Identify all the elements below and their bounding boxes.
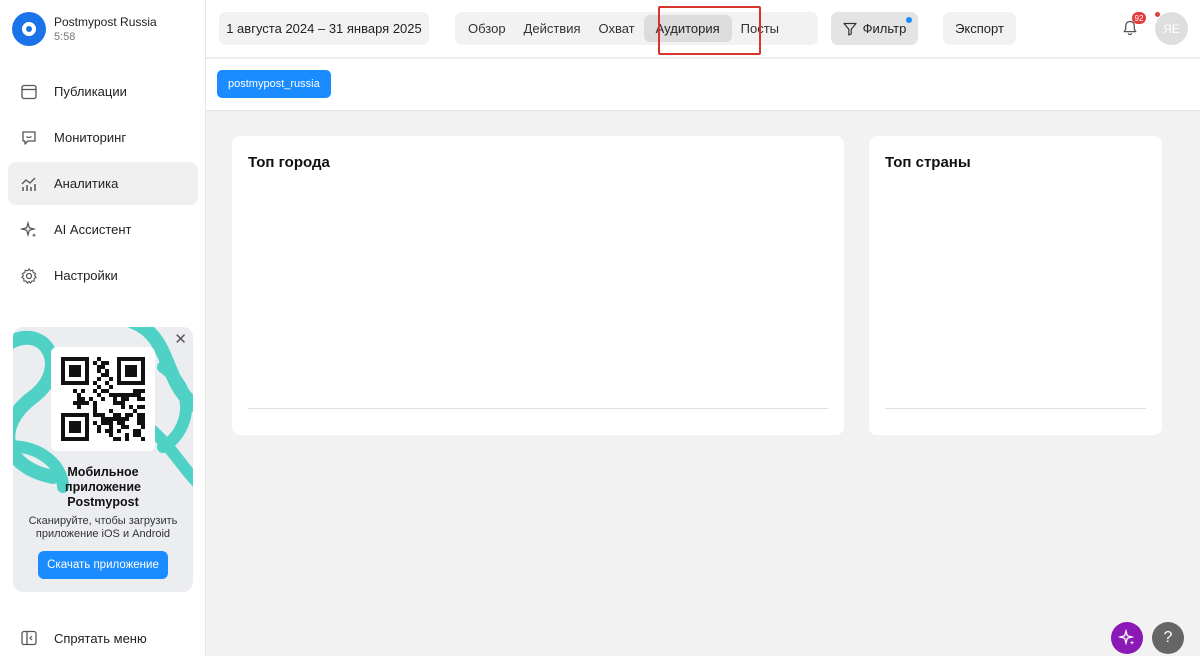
close-icon[interactable]: ✕: [174, 330, 187, 348]
sidebar-item-label: AI Ассистент: [54, 222, 132, 237]
tab-actions[interactable]: Действия: [515, 15, 590, 42]
postmypost-logo-icon: [12, 12, 46, 46]
sidebar-item-label: Настройки: [54, 268, 118, 283]
tab-reach[interactable]: Охват: [590, 15, 644, 42]
notification-count-badge: 92: [1132, 12, 1146, 24]
top-bar: 1 августа 2024 – 31 января 2025 Обзор Де…: [206, 0, 1200, 58]
date-range-picker[interactable]: 1 августа 2024 – 31 января 2025: [219, 12, 429, 45]
sidebar-item-label: Мониторинг: [54, 130, 127, 145]
tab-overview[interactable]: Обзор: [459, 15, 515, 42]
gear-icon: [21, 267, 37, 284]
sidebar-item-label: Публикации: [54, 84, 127, 99]
sidebar-item-label: Аналитика: [54, 176, 119, 191]
mobile-app-promo: ✕ Мобильное приложение Postmypost Сканир…: [13, 327, 193, 592]
promo-description: Сканируйте, чтобы загрузить приложение i…: [28, 515, 178, 540]
account-chip[interactable]: postmypost_russia: [217, 70, 331, 98]
sidebar-item-monitoring[interactable]: Мониторинг: [8, 116, 198, 159]
card-title: Топ города: [248, 154, 330, 171]
avatar-status-dot: [1154, 11, 1161, 18]
filter-icon: [843, 22, 857, 36]
card-divider: [248, 408, 828, 409]
export-button[interactable]: Экспорт: [943, 12, 1016, 45]
help-button[interactable]: ?: [1152, 622, 1184, 654]
chat-icon: [22, 130, 36, 145]
tab-posts[interactable]: Посты: [732, 15, 788, 42]
filter-active-dot: [906, 17, 912, 23]
account-name: Postmypost Russia: [54, 14, 157, 29]
download-app-button[interactable]: Скачать приложение: [38, 551, 168, 579]
analytics-icon: [21, 177, 36, 191]
sidebar-collapse-icon: [21, 630, 37, 646]
account-filter-bar: postmypost_russia: [206, 59, 1200, 111]
sidebar-item-settings[interactable]: Настройки: [8, 254, 198, 297]
tab-audience[interactable]: Аудитория: [643, 15, 732, 42]
filter-button[interactable]: Фильтр: [831, 12, 918, 45]
sparkle-icon: [20, 220, 37, 237]
sparkle-icon: [1118, 629, 1135, 646]
qr-code-icon: [61, 357, 145, 441]
sidebar-item-ai-assistant[interactable]: AI Ассистент: [8, 208, 198, 251]
sidebar-nav: Публикации Мониторинг Аналитика AI Ассис…: [8, 70, 198, 300]
hide-menu-button[interactable]: Спрятать меню: [8, 620, 147, 656]
calendar-icon: [21, 84, 37, 99]
qr-code: [51, 347, 155, 451]
sidebar: Postmypost Russia 5:58 Публикации Монито…: [0, 0, 206, 656]
card-divider: [885, 408, 1146, 409]
sidebar-item-publications[interactable]: Публикации: [8, 70, 198, 113]
sidebar-item-analytics[interactable]: Аналитика: [8, 162, 198, 205]
hide-menu-label: Спрятать меню: [54, 630, 147, 646]
card-title: Топ страны: [885, 154, 971, 171]
account-switcher[interactable]: Postmypost Russia 5:58: [12, 12, 157, 46]
filter-label: Фильтр: [862, 21, 907, 36]
analytics-tabs: Обзор Действия Охват Аудитория Посты: [455, 12, 818, 45]
ai-assistant-button[interactable]: [1111, 622, 1143, 654]
top-countries-card: Топ страны: [869, 136, 1162, 435]
account-time: 5:58: [54, 30, 76, 43]
promo-title: Мобильное приложение Postmypost: [65, 465, 141, 509]
top-cities-card: Топ города: [232, 136, 844, 435]
